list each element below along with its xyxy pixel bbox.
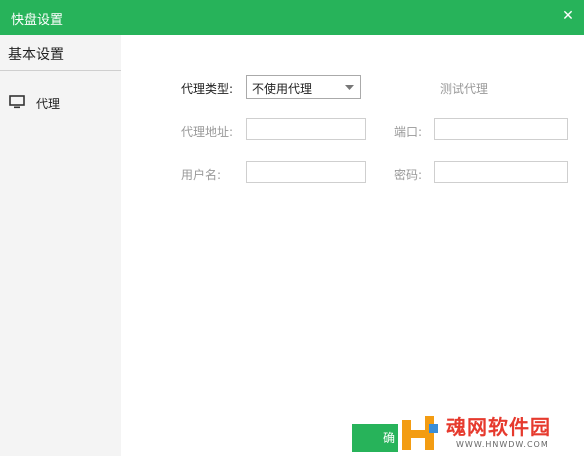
proxy-type-label: 代理类型: — [181, 82, 234, 96]
sidebar-item-proxy[interactable]: 代理 — [0, 90, 121, 116]
port-label: 端口: — [394, 125, 423, 139]
port-field[interactable] — [434, 118, 568, 140]
proxy-address-field[interactable] — [246, 118, 366, 140]
watermark-logo-icon — [402, 416, 438, 450]
watermark-title: 魂网软件园 — [446, 415, 551, 439]
password-field[interactable] — [434, 161, 568, 183]
sidebar: 基本设置 代理 — [0, 35, 121, 456]
proxy-type-value: 不使用代理 — [252, 82, 313, 96]
monitor-icon — [9, 95, 25, 109]
sidebar-item-label: 代理 — [36, 97, 61, 111]
username-field[interactable] — [246, 161, 366, 183]
username-label: 用户名: — [181, 168, 222, 182]
chevron-down-icon — [345, 85, 354, 90]
sidebar-header-label: 基本设置 — [8, 47, 64, 63]
proxy-address-label: 代理地址: — [181, 125, 234, 139]
title-bar: 快盘设置 ✕ — [0, 0, 584, 35]
close-icon[interactable]: ✕ — [558, 6, 578, 26]
proxy-type-select[interactable]: 不使用代理 — [246, 75, 361, 99]
password-label: 密码: — [394, 168, 423, 182]
watermark-url: WWW.HNWDW.COM — [456, 440, 549, 449]
watermark: 魂网软件园 WWW.HNWDW.COM — [398, 410, 584, 456]
window-title: 快盘设置 — [11, 13, 64, 28]
sidebar-header: 基本设置 — [0, 35, 121, 71]
test-proxy-button[interactable]: 测试代理 — [440, 80, 488, 97]
